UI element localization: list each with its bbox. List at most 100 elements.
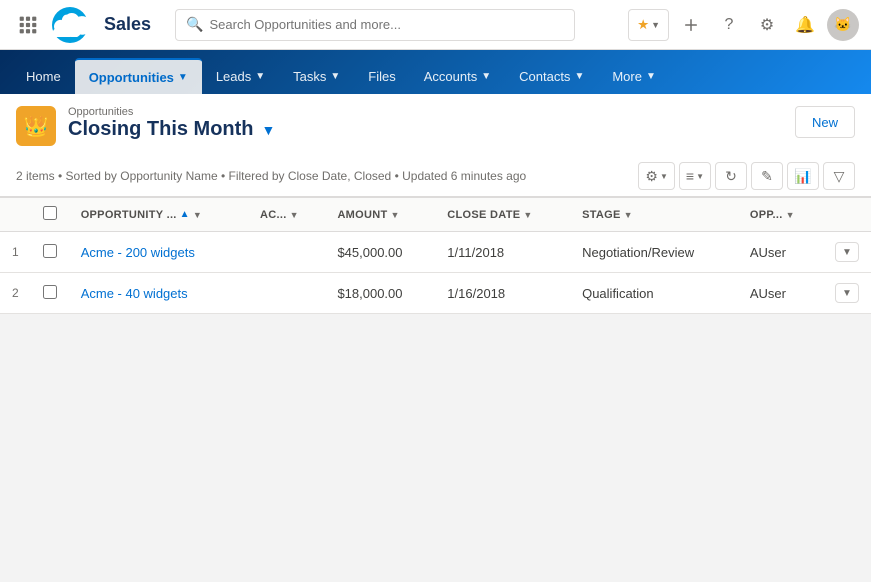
list-view-title-chevron-icon[interactable]: ▼	[262, 122, 276, 138]
content-area: 👑 Opportunities Closing This Month ▼ New…	[0, 94, 871, 582]
col-header-amount[interactable]: AMOUNT ▼	[325, 198, 435, 232]
grid-icon: ≡	[686, 168, 694, 184]
opp-owner-col-chevron-icon[interactable]: ▼	[786, 210, 795, 220]
refresh-icon: ↻	[725, 168, 737, 185]
opportunity-name-col-label: OPPORTUNITY ...	[81, 209, 177, 221]
search-icon: 🔍	[186, 16, 203, 33]
table-header: OPPORTUNITY ... ▲ ▼ AC... ▼ AMOUNT ▼	[0, 198, 871, 232]
filter-bar: 2 items • Sorted by Opportunity Name • F…	[16, 156, 855, 196]
tab-contacts[interactable]: Contacts ▼	[505, 58, 598, 94]
row-2-close-date: 1/16/2018	[435, 273, 570, 314]
filter-button[interactable]: ▽	[823, 162, 855, 190]
list-view-left: 👑 Opportunities Closing This Month ▼	[16, 106, 275, 146]
columns-settings-button[interactable]: ⚙ ▼	[638, 162, 674, 190]
display-toggle-button[interactable]: ≡ ▼	[679, 162, 711, 190]
search-input[interactable]	[209, 17, 564, 32]
tasks-chevron-icon: ▼	[330, 71, 340, 82]
tab-opportunities[interactable]: Opportunities ▼	[75, 58, 202, 94]
col-header-row-num	[0, 198, 31, 232]
row-2-stage: Qualification	[570, 273, 738, 314]
row-1-opp-owner: AUser	[738, 232, 823, 273]
tab-leads[interactable]: Leads ▼	[202, 58, 279, 94]
list-view-header: 👑 Opportunities Closing This Month ▼ New…	[0, 94, 871, 197]
gear-icon: ⚙	[760, 15, 774, 35]
row-1-opportunity-name[interactable]: Acme - 200 widgets	[69, 232, 248, 273]
list-view-title-row: Closing This Month ▼	[68, 118, 275, 141]
favorites-chevron-icon: ▼	[651, 20, 660, 30]
tab-accounts[interactable]: Accounts ▼	[410, 58, 505, 94]
tab-tasks-label: Tasks	[293, 69, 326, 84]
help-icon: ?	[725, 16, 734, 34]
col-header-opp-owner[interactable]: OPP... ▼	[738, 198, 823, 232]
row-1-amount: $45,000.00	[325, 232, 435, 273]
tab-bar: Home Opportunities ▼ Leads ▼ Tasks ▼ Fil…	[0, 50, 871, 94]
col-header-account[interactable]: AC... ▼	[248, 198, 325, 232]
list-view-top: 👑 Opportunities Closing This Month ▼ New	[16, 106, 855, 156]
col-header-stage[interactable]: STAGE ▼	[570, 198, 738, 232]
row-2-opp-owner: AUser	[738, 273, 823, 314]
row-1-action-dropdown[interactable]: ▼	[835, 242, 859, 262]
data-table: OPPORTUNITY ... ▲ ▼ AC... ▼ AMOUNT ▼	[0, 197, 871, 314]
leads-chevron-icon: ▼	[255, 71, 265, 82]
tab-files-label: Files	[368, 69, 395, 84]
tab-leads-label: Leads	[216, 69, 251, 84]
avatar-image: 🐱	[834, 16, 851, 33]
tab-home[interactable]: Home	[12, 58, 75, 94]
salesforce-logo	[52, 7, 88, 43]
row-1-num: 1	[0, 232, 31, 273]
accounts-chevron-icon: ▼	[481, 71, 491, 82]
opportunity-col-chevron-icon[interactable]: ▼	[193, 210, 202, 220]
tab-accounts-label: Accounts	[424, 69, 477, 84]
notifications-button[interactable]: 🔔	[789, 9, 821, 41]
columns-chevron-icon: ▼	[660, 172, 668, 181]
settings-icon: ⚙	[645, 168, 658, 185]
row-1-actions-cell: ▼	[823, 232, 871, 273]
avatar-button[interactable]: 🐱	[827, 9, 859, 41]
row-1-account	[248, 232, 325, 273]
table-row: 2 Acme - 40 widgets $18,000.00 1/16/2018…	[0, 273, 871, 314]
opp-owner-col-label: OPP...	[750, 209, 783, 221]
row-2-opportunity-name[interactable]: Acme - 40 widgets	[69, 273, 248, 314]
edit-button[interactable]: ✎	[751, 162, 783, 190]
row-2-action-dropdown[interactable]: ▼	[835, 283, 859, 303]
list-view-subtitle: Opportunities	[68, 106, 275, 118]
account-col-chevron-icon[interactable]: ▼	[290, 210, 299, 220]
tab-files[interactable]: Files	[354, 58, 409, 94]
table-row: 1 Acme - 200 widgets $45,000.00 1/11/201…	[0, 232, 871, 273]
favorites-button[interactable]: ★ ▼	[628, 9, 669, 41]
chart-button[interactable]: 📊	[787, 162, 819, 190]
row-2-amount: $18,000.00	[325, 273, 435, 314]
pencil-icon: ✎	[761, 168, 773, 185]
opportunities-chevron-icon: ▼	[178, 72, 188, 83]
select-all-checkbox[interactable]	[43, 206, 57, 220]
add-button[interactable]	[675, 9, 707, 41]
table-header-row: OPPORTUNITY ... ▲ ▼ AC... ▼ AMOUNT ▼	[0, 198, 871, 232]
tab-home-label: Home	[26, 69, 61, 84]
row-2-checkbox[interactable]	[43, 285, 57, 299]
search-bar[interactable]: 🔍	[175, 9, 575, 41]
chart-icon: 📊	[794, 168, 811, 185]
app-launcher-button[interactable]	[12, 9, 44, 41]
settings-button[interactable]: ⚙	[751, 9, 783, 41]
row-2-num: 2	[0, 273, 31, 314]
new-button[interactable]: New	[795, 106, 855, 138]
amount-col-chevron-icon[interactable]: ▼	[391, 210, 400, 220]
filter-actions: ⚙ ▼ ≡ ▼ ↻ ✎ 📊 ▽	[638, 162, 855, 190]
list-view-title: Closing This Month	[68, 118, 254, 141]
col-header-close-date[interactable]: CLOSE DATE ▼	[435, 198, 570, 232]
row-1-checkbox[interactable]	[43, 244, 57, 258]
row-1-close-date: 1/11/2018	[435, 232, 570, 273]
tab-more[interactable]: More ▼	[598, 58, 670, 94]
help-button[interactable]: ?	[713, 9, 745, 41]
close-date-col-label: CLOSE DATE	[447, 209, 520, 221]
row-2-account	[248, 273, 325, 314]
tab-more-label: More	[612, 69, 642, 84]
close-date-col-chevron-icon[interactable]: ▼	[523, 210, 532, 220]
display-chevron-icon: ▼	[696, 172, 704, 181]
tab-tasks[interactable]: Tasks ▼	[279, 58, 354, 94]
refresh-button[interactable]: ↻	[715, 162, 747, 190]
filter-info-text: 2 items • Sorted by Opportunity Name • F…	[16, 169, 526, 183]
top-nav-icons: ★ ▼ ? ⚙ 🔔 🐱	[628, 9, 859, 41]
col-header-opportunity-name[interactable]: OPPORTUNITY ... ▲ ▼	[69, 198, 248, 232]
stage-col-chevron-icon[interactable]: ▼	[624, 210, 633, 220]
